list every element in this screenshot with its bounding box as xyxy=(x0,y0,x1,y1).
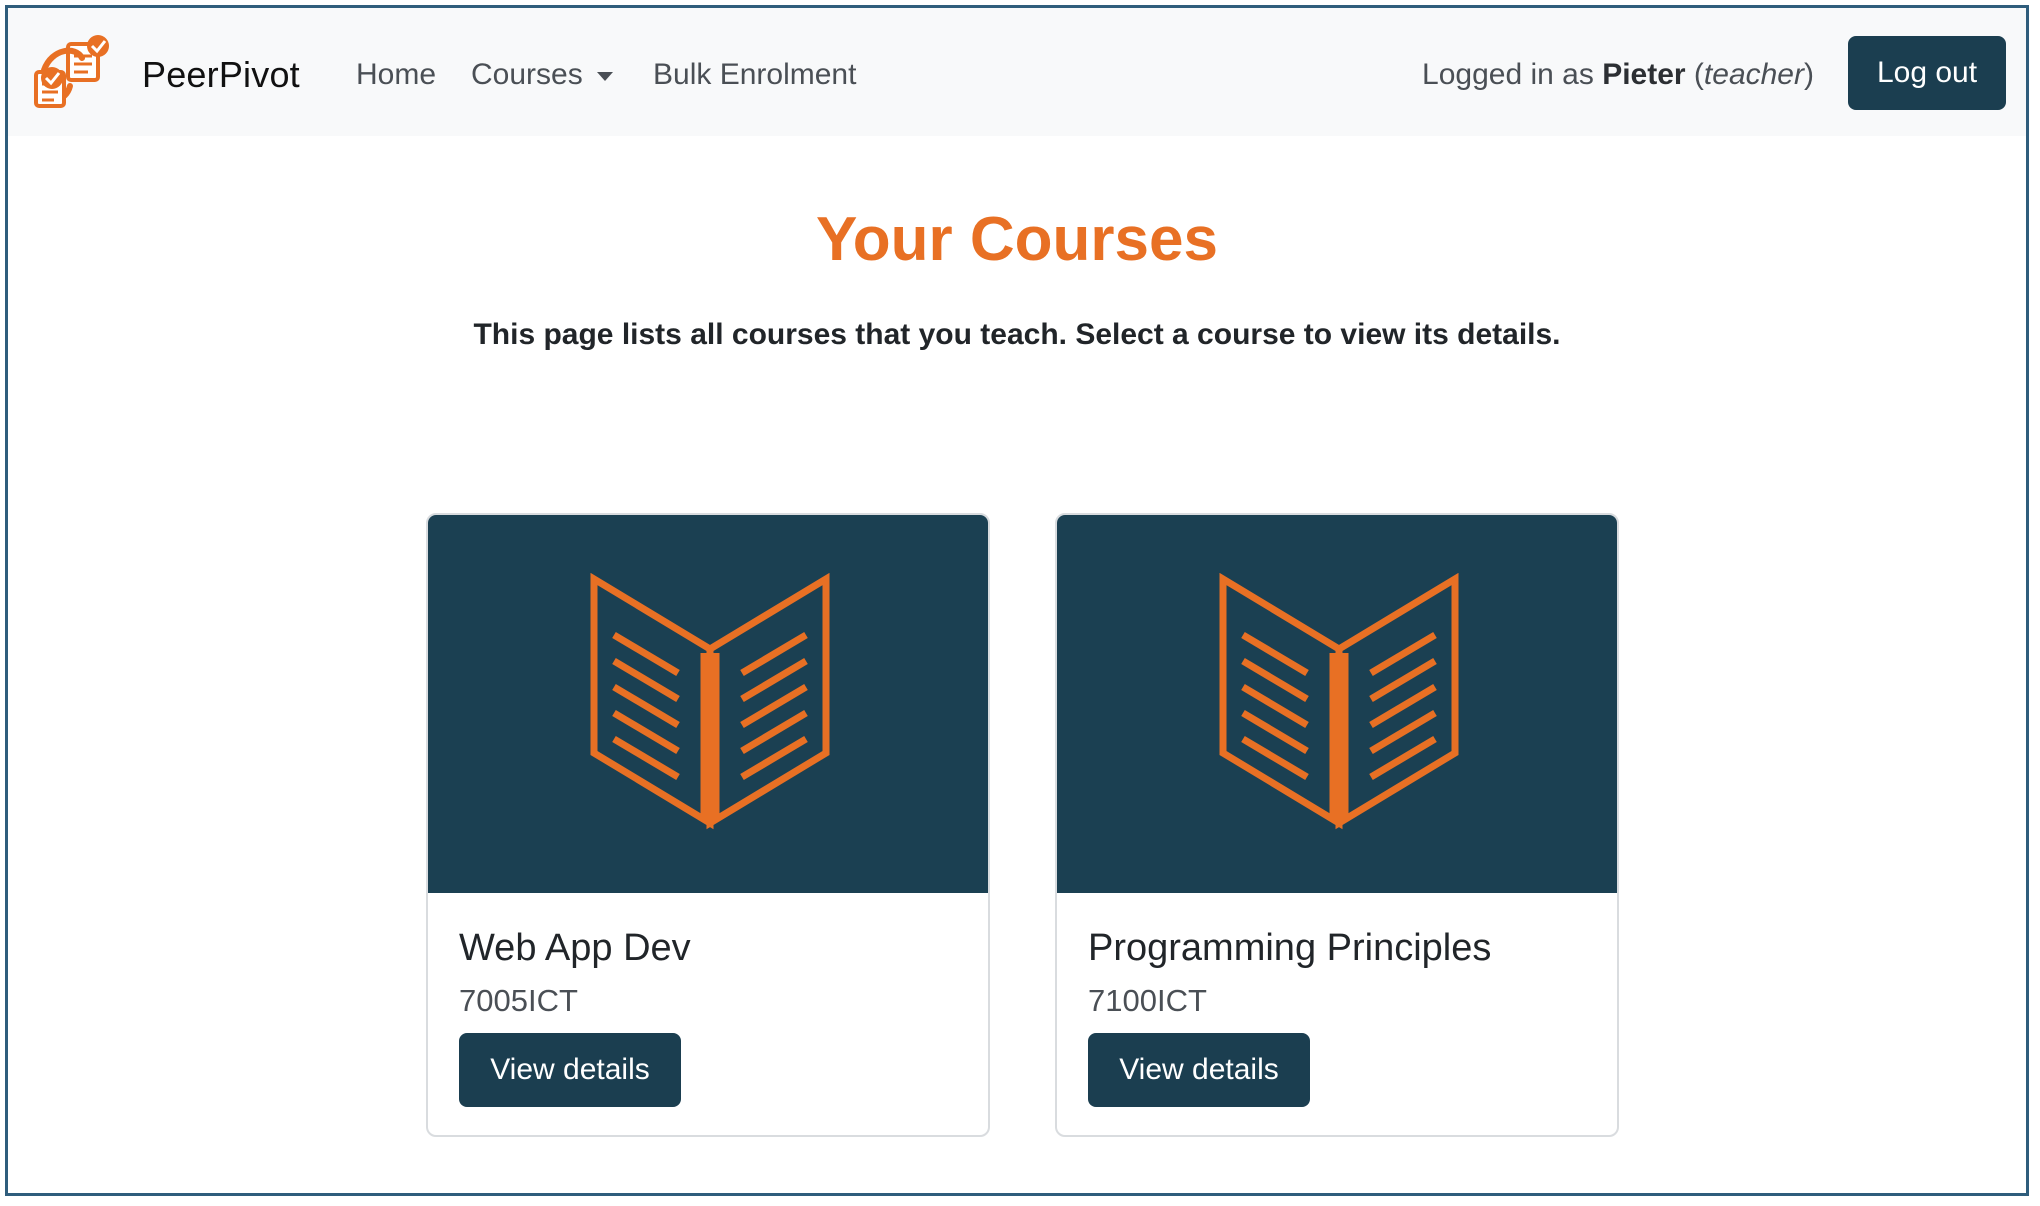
user-role-close: ) xyxy=(1804,58,1814,91)
user-prefix: Logged in as xyxy=(1422,58,1603,91)
nav-courses-label: Courses xyxy=(471,58,583,91)
view-details-button[interactable]: View details xyxy=(1088,1033,1310,1107)
course-card-image xyxy=(1057,515,1617,893)
logged-in-user-info: Logged in as Pieter (teacher) xyxy=(1422,58,1814,92)
brand-name[interactable]: PeerPivot xyxy=(142,54,300,96)
course-code: 7100ICT xyxy=(1088,983,1207,1018)
open-book-icon xyxy=(590,573,830,830)
caret-down-icon xyxy=(596,71,613,81)
peerpivot-logo-icon[interactable] xyxy=(30,34,120,114)
course-name: Programming Principles xyxy=(1088,927,1492,969)
nav-courses-dropdown[interactable]: Courses xyxy=(471,58,613,92)
user-name: Pieter xyxy=(1602,58,1686,91)
course-code: 7005ICT xyxy=(459,983,578,1018)
nav-home-link[interactable]: Home xyxy=(356,58,436,92)
top-navbar: PeerPivot Home Courses Bulk Enrolment Lo… xyxy=(8,8,2026,136)
page-title: Your Courses xyxy=(816,205,1218,274)
user-role: teacher xyxy=(1703,58,1804,91)
nav-bulk-enrolment-link[interactable]: Bulk Enrolment xyxy=(653,58,856,92)
logout-button[interactable]: Log out xyxy=(1848,36,2006,110)
course-name: Web App Dev xyxy=(459,927,691,969)
course-card-image xyxy=(428,515,988,893)
view-details-button[interactable]: View details xyxy=(459,1033,681,1107)
page-subtitle: This page lists all courses that you tea… xyxy=(473,318,1561,351)
course-card: Web App Dev 7005ICT View details xyxy=(426,513,990,1137)
app-window: PeerPivot Home Courses Bulk Enrolment Lo… xyxy=(5,5,2029,1196)
course-card: Programming Principles 7100ICT View deta… xyxy=(1055,513,1619,1137)
user-role-open: ( xyxy=(1685,58,1704,91)
open-book-icon xyxy=(1219,573,1459,830)
